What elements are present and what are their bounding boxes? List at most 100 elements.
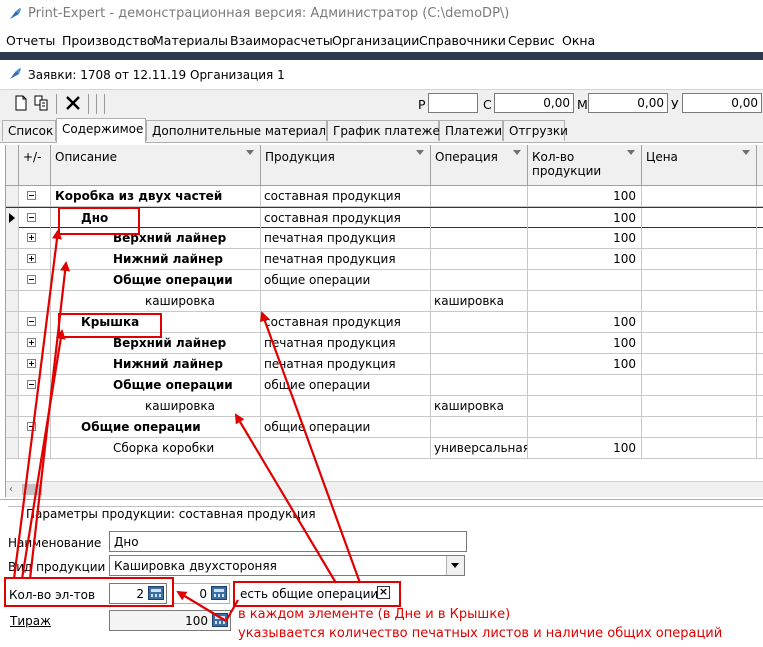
table-row[interactable]: кашировка кашировка: [6, 396, 763, 417]
qty-cell[interactable]: 100: [528, 208, 642, 228]
row-indicator[interactable]: [6, 438, 19, 458]
more-cell[interactable]: [757, 186, 763, 206]
more-cell[interactable]: [757, 208, 763, 228]
description-cell[interactable]: Общие операции: [51, 375, 261, 395]
row-indicator[interactable]: [6, 291, 19, 311]
more-cell[interactable]: [757, 438, 763, 458]
col-header-description[interactable]: Описание: [51, 145, 261, 186]
more-cell[interactable]: [757, 417, 763, 437]
collapse-icon[interactable]: [27, 380, 36, 389]
tirazh-label[interactable]: Тираж: [10, 614, 51, 628]
price-cell[interactable]: [642, 186, 757, 206]
product-cell[interactable]: [261, 396, 431, 416]
qty-cell[interactable]: [528, 291, 642, 311]
product-cell[interactable]: [261, 438, 431, 458]
more-cell[interactable]: [757, 291, 763, 311]
more-cell[interactable]: [757, 228, 763, 248]
calculator-icon[interactable]: [212, 613, 228, 627]
table-row[interactable]: Общие операции общие операции: [6, 270, 763, 291]
price-cell[interactable]: [642, 312, 757, 332]
qty-cell[interactable]: 100: [528, 249, 642, 269]
row-indicator[interactable]: [6, 208, 19, 228]
menu-settlements[interactable]: Взаиморасчеты: [230, 33, 333, 48]
u-field[interactable]: 0,00: [682, 93, 762, 113]
table-row[interactable]: Нижний лайнер печатная продукция 100: [6, 249, 763, 270]
product-cell[interactable]: печатная продукция: [261, 228, 431, 248]
table-row[interactable]: кашировка кашировка: [6, 291, 763, 312]
qty-cell[interactable]: 100: [528, 228, 642, 248]
product-cell[interactable]: печатная продукция: [261, 249, 431, 269]
operation-cell[interactable]: [431, 312, 528, 332]
row-indicator[interactable]: [6, 333, 19, 353]
price-cell[interactable]: [642, 208, 757, 228]
copy-icon[interactable]: [33, 94, 51, 112]
qty-cell[interactable]: [528, 417, 642, 437]
row-indicator[interactable]: [6, 417, 19, 437]
product-cell[interactable]: составная продукция: [261, 208, 431, 228]
tirazh-field[interactable]: 100: [109, 610, 231, 631]
expand-icon[interactable]: [27, 359, 36, 368]
collapse-icon[interactable]: [27, 213, 36, 222]
calculator-icon[interactable]: [211, 586, 227, 600]
tab-content[interactable]: Содержимое: [56, 118, 146, 143]
row-indicator[interactable]: [6, 249, 19, 269]
qty-cell[interactable]: 100: [528, 438, 642, 458]
kind-select[interactable]: Кашировка двухстороняя: [109, 555, 465, 576]
operation-cell[interactable]: [431, 333, 528, 353]
qty-cell[interactable]: [528, 375, 642, 395]
row-indicator[interactable]: [6, 375, 19, 395]
menu-reports[interactable]: Отчеты: [6, 33, 55, 48]
row-indicator[interactable]: [6, 270, 19, 290]
price-cell[interactable]: [642, 291, 757, 311]
description-cell[interactable]: Общие операции: [51, 417, 261, 437]
delete-icon[interactable]: [64, 94, 82, 112]
more-cell[interactable]: [757, 396, 763, 416]
col-header-operation[interactable]: Операция: [431, 145, 528, 186]
menu-production[interactable]: Производство: [62, 33, 155, 48]
m-field[interactable]: 0,00: [588, 93, 668, 113]
price-cell[interactable]: [642, 270, 757, 290]
operation-cell[interactable]: [431, 270, 528, 290]
product-cell[interactable]: общие операции: [261, 417, 431, 437]
tab-list[interactable]: Список: [2, 120, 56, 141]
table-row[interactable]: Общие операции общие операции: [6, 417, 763, 438]
expand-icon[interactable]: [27, 338, 36, 347]
product-cell[interactable]: общие операции: [261, 270, 431, 290]
price-cell[interactable]: [642, 417, 757, 437]
collapse-icon[interactable]: [27, 191, 36, 200]
more-cell[interactable]: [757, 270, 763, 290]
menu-service[interactable]: Сервис: [508, 33, 555, 48]
price-cell[interactable]: [642, 396, 757, 416]
collapse-icon[interactable]: [27, 317, 36, 326]
price-cell[interactable]: [642, 228, 757, 248]
more-cell[interactable]: [757, 375, 763, 395]
description-cell[interactable]: кашировка: [51, 396, 261, 416]
new-document-icon[interactable]: [12, 94, 30, 112]
product-cell[interactable]: составная продукция: [261, 186, 431, 206]
description-cell[interactable]: Сборка коробки: [51, 438, 261, 458]
price-cell[interactable]: [642, 354, 757, 374]
menu-organizations[interactable]: Организации: [332, 33, 419, 48]
product-cell[interactable]: общие операции: [261, 375, 431, 395]
qty-cell[interactable]: 100: [528, 333, 642, 353]
table-row[interactable]: Общие операции общие операции: [6, 375, 763, 396]
operation-cell[interactable]: кашировка: [431, 291, 528, 311]
row-indicator[interactable]: [6, 354, 19, 374]
col-header-qty[interactable]: Кол-во продукции: [528, 145, 642, 186]
tab-shipments[interactable]: Отгрузки: [503, 120, 568, 141]
table-row[interactable]: Сборка коробки универсальная 100: [6, 438, 763, 459]
row-indicator[interactable]: [6, 312, 19, 332]
scroll-left-icon[interactable]: ‹: [9, 484, 13, 495]
product-cell[interactable]: [261, 291, 431, 311]
operation-cell[interactable]: [431, 228, 528, 248]
operation-cell[interactable]: [431, 354, 528, 374]
price-cell[interactable]: [642, 375, 757, 395]
operation-cell[interactable]: универсальная: [431, 438, 528, 458]
menu-materials[interactable]: Материалы: [153, 33, 228, 48]
tab-extra-materials[interactable]: Дополнительные материалы: [146, 120, 336, 141]
more-cell[interactable]: [757, 249, 763, 269]
price-cell[interactable]: [642, 333, 757, 353]
name-field[interactable]: Дно: [109, 531, 467, 552]
qty-cell[interactable]: 100: [528, 312, 642, 332]
product-cell[interactable]: составная продукция: [261, 312, 431, 332]
